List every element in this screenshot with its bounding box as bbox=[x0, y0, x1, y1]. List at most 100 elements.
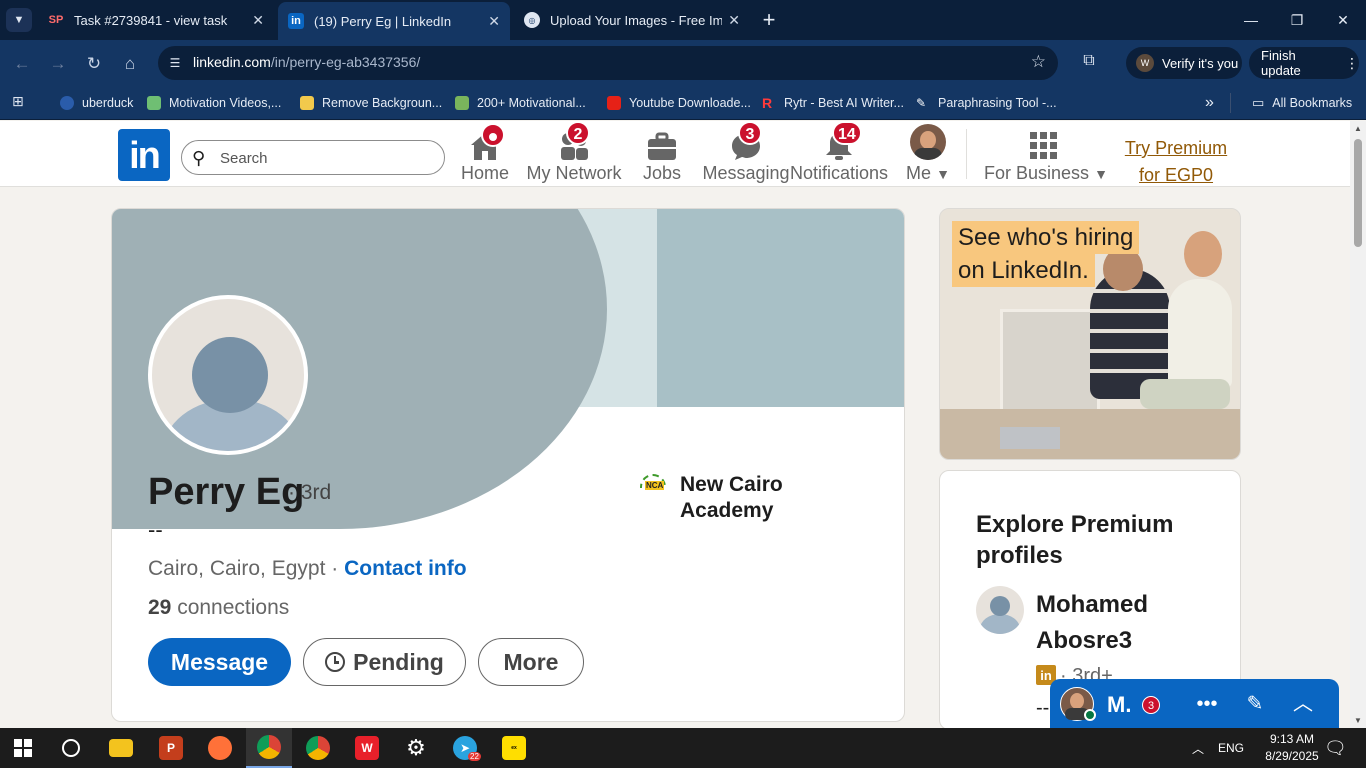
scrollbar-thumb[interactable] bbox=[1354, 139, 1362, 247]
windows-start-icon[interactable] bbox=[0, 728, 46, 768]
nav-notifications[interactable]: Notifications 14 bbox=[788, 121, 890, 187]
chevron-up-icon[interactable]: ︿ bbox=[1290, 691, 1316, 717]
back-arrow-icon[interactable]: ← bbox=[9, 51, 35, 77]
extensions-puzzle-icon[interactable]: ⧉ bbox=[1078, 52, 1100, 74]
ad-laptop-shape bbox=[1000, 427, 1060, 449]
reload-icon[interactable]: ↻ bbox=[81, 51, 107, 77]
nav-my-network[interactable]: My Network 2 bbox=[522, 121, 626, 187]
show-hidden-icons-chevron-icon[interactable]: ︿ bbox=[1192, 728, 1204, 768]
contact-info-link[interactable]: Contact info bbox=[344, 557, 466, 580]
home-icon[interactable]: ⌂ bbox=[117, 51, 143, 77]
bookmark-youtube-downloader[interactable]: Youtube Downloade... bbox=[607, 93, 751, 113]
bookmark-motivation-videos[interactable]: Motivation Videos,... bbox=[147, 93, 281, 113]
verify-profile-button[interactable]: W Verify it's you bbox=[1126, 47, 1242, 79]
site-info-icon[interactable]: ☰ bbox=[166, 54, 184, 72]
notifications-center-icon[interactable]: 🗨 bbox=[1324, 728, 1347, 768]
new-tab-plus-icon[interactable]: + bbox=[756, 6, 782, 34]
taskbar-clock[interactable]: 9:13 AM 8/29/2025 bbox=[1264, 731, 1320, 765]
chrome-active-icon[interactable] bbox=[246, 728, 292, 768]
bookmark-rytr[interactable]: R Rytr - Best AI Writer... bbox=[762, 93, 904, 113]
windows-logo-icon bbox=[14, 739, 32, 757]
connections-count[interactable]: 29 connections bbox=[148, 596, 289, 620]
shopify-favicon-icon bbox=[455, 96, 469, 110]
online-status-dot bbox=[1084, 709, 1096, 721]
apps-grid-icon[interactable]: ⊞ bbox=[12, 93, 28, 109]
nav-me[interactable]: Me ▼ bbox=[900, 121, 956, 187]
try-premium-link[interactable]: Try Premium for EGP0 bbox=[1120, 135, 1232, 189]
linkedin-logo-icon[interactable]: in bbox=[118, 129, 170, 181]
nav-for-business[interactable]: For Business ▼ bbox=[984, 121, 1108, 187]
profile-photo[interactable] bbox=[148, 295, 308, 455]
chevron-down-icon: ▼ bbox=[1094, 166, 1108, 182]
more-vertical-icon[interactable]: ⋮ bbox=[1345, 55, 1359, 72]
profile-avatar-icon: W bbox=[1136, 54, 1154, 72]
more-bookmarks-chevron-icon[interactable]: » bbox=[1205, 93, 1214, 113]
minimize-window-icon[interactable]: — bbox=[1228, 0, 1274, 40]
messaging-overlay-bar[interactable]: M. 3 ••• ✎ ︿ bbox=[1050, 679, 1339, 729]
wps-office-icon[interactable]: W bbox=[344, 728, 390, 768]
clock-time: 9:13 AM bbox=[1269, 732, 1315, 746]
restore-window-icon[interactable]: ❐ bbox=[1274, 0, 1320, 40]
forward-arrow-icon[interactable]: → bbox=[45, 51, 71, 77]
avatar bbox=[910, 124, 946, 160]
grid-apps-icon bbox=[1030, 132, 1057, 159]
exness-icon[interactable]: ex bbox=[491, 728, 537, 768]
image-upload-favicon-icon: ◎ bbox=[524, 12, 540, 28]
profile-top-card: Perry Eg · 3rd -- Cairo, Cairo, Egypt · … bbox=[111, 208, 905, 722]
tab-search-chevron-icon[interactable]: ▼ bbox=[6, 8, 32, 32]
linkedin-favicon-icon: in bbox=[288, 13, 304, 29]
nav-jobs-label: Jobs bbox=[642, 163, 682, 183]
school-logo-icon: NCA bbox=[638, 474, 668, 500]
close-window-icon[interactable]: ✕ bbox=[1320, 0, 1366, 40]
input-language[interactable]: ENG bbox=[1218, 728, 1244, 768]
hiring-ad-banner[interactable]: See who's hiring on LinkedIn. bbox=[939, 208, 1241, 460]
pending-button[interactable]: Pending bbox=[303, 638, 466, 686]
bookmark-star-icon[interactable]: ☆ bbox=[1031, 52, 1046, 72]
close-tab-icon[interactable]: ✕ bbox=[728, 12, 740, 29]
tab-upload-images[interactable]: ◎ Upload Your Images - Free Imag ✕ bbox=[514, 0, 750, 40]
nav-messaging[interactable]: Messaging 3 bbox=[700, 121, 792, 187]
firefox-icon[interactable] bbox=[197, 728, 243, 768]
file-explorer-icon[interactable] bbox=[98, 728, 144, 768]
more-options-icon[interactable]: ••• bbox=[1194, 691, 1220, 717]
ad-line2: on LinkedIn. bbox=[952, 254, 1095, 287]
browser-tab-strip: ▼ SP Task #2739841 - view task ✕ in (19)… bbox=[0, 0, 1366, 40]
nav-me-label: Me ▼ bbox=[906, 163, 950, 183]
finish-update-button[interactable]: Finish update ⋮ bbox=[1249, 47, 1359, 79]
windows-taskbar: P W ⚙ ➤ 22 ex ︿ ENG 9:13 AM 8/29/2025 🗨 bbox=[0, 728, 1366, 768]
education-school[interactable]: NCA New Cairo Academy bbox=[638, 472, 783, 524]
folder-icon: ▭ bbox=[1252, 95, 1265, 110]
bookmark-paraphrasing-tool[interactable]: ✎ Paraphrasing Tool -... bbox=[916, 93, 1057, 113]
search-input[interactable] bbox=[220, 147, 430, 169]
compose-message-icon[interactable]: ✎ bbox=[1242, 691, 1268, 717]
url-text[interactable]: linkedin.com/in/perry-eg-ab3437356/ bbox=[193, 54, 420, 70]
chrome-icon[interactable] bbox=[295, 728, 341, 768]
message-button[interactable]: Message bbox=[148, 638, 291, 686]
scroll-up-arrow-icon[interactable]: ▲ bbox=[1353, 124, 1363, 133]
address-bar[interactable]: ☰ linkedin.com/in/perry-eg-ab3437356/ ☆ bbox=[158, 46, 1058, 80]
bookmark-remove-background[interactable]: Remove Backgroun... bbox=[300, 93, 442, 113]
search-circle-icon[interactable] bbox=[48, 728, 94, 768]
search-box[interactable]: ⚲ bbox=[181, 140, 445, 175]
settings-gear-icon[interactable]: ⚙ bbox=[393, 728, 439, 768]
connection-degree: · 3rd bbox=[288, 481, 332, 504]
bookmark-uberduck[interactable]: uberduck bbox=[60, 93, 133, 113]
all-bookmarks-folder[interactable]: ▭ All Bookmarks bbox=[1252, 93, 1352, 113]
messaging-badge: 3 bbox=[738, 121, 762, 145]
page-scrollbar[interactable]: ▲ ▼ bbox=[1350, 121, 1366, 728]
powerpoint-icon[interactable]: P bbox=[148, 728, 194, 768]
tab-task[interactable]: SP Task #2739841 - view task ✕ bbox=[38, 0, 274, 40]
more-actions-button[interactable]: More bbox=[478, 638, 584, 686]
telegram-icon[interactable]: ➤ 22 bbox=[442, 728, 488, 768]
close-tab-icon[interactable]: ✕ bbox=[488, 13, 500, 30]
premium-line1: Try Premium bbox=[1124, 138, 1228, 158]
nav-home[interactable]: Home bbox=[455, 121, 515, 187]
nav-messaging-label: Messaging bbox=[702, 163, 790, 183]
suggested-profile-name[interactable]: Mohamed Abosre3 bbox=[1036, 587, 1196, 659]
nav-jobs[interactable]: Jobs bbox=[636, 121, 688, 187]
tab-linkedin[interactable]: in (19) Perry Eg | LinkedIn ✕ bbox=[278, 2, 510, 40]
scroll-down-arrow-icon[interactable]: ▼ bbox=[1353, 716, 1363, 725]
bookmark-motivational[interactable]: 200+ Motivational... bbox=[455, 93, 586, 113]
close-tab-icon[interactable]: ✕ bbox=[252, 12, 264, 29]
avatar[interactable] bbox=[976, 586, 1024, 634]
